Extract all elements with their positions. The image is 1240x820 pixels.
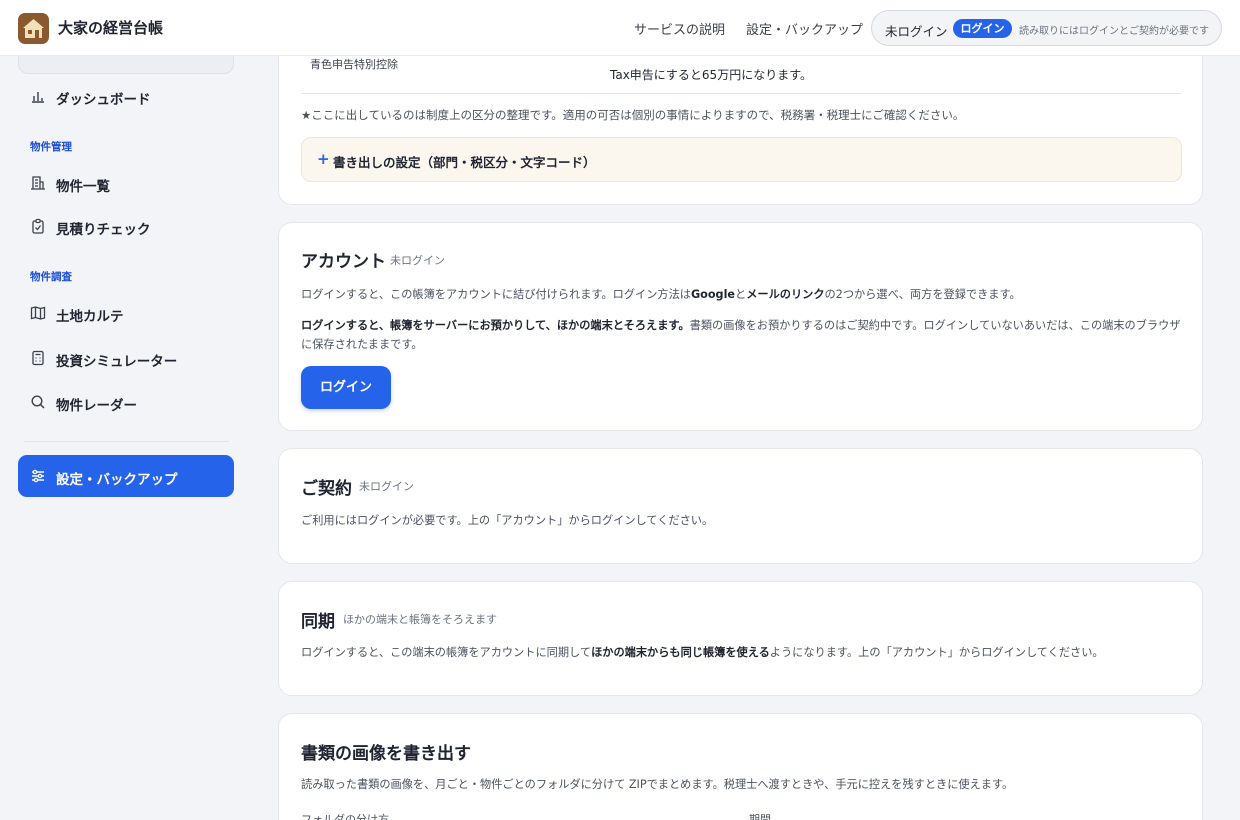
sync-title: 同期 (301, 612, 335, 632)
period-label: 期間 (749, 813, 771, 820)
account-title: アカウント (301, 252, 386, 272)
accordion-label: 書き出しの設定（部門・税区分・文字コード） (333, 155, 596, 170)
building-icon (30, 175, 46, 191)
account-login-button[interactable]: ログイン (301, 366, 391, 409)
bar-chart-icon (30, 88, 46, 104)
auth-note: 読み取りにはログインとご契約が必要です (1019, 26, 1209, 37)
contract-description: ご利用にはログインが必要です。上の「アカウント」からログインしてください。 (301, 514, 714, 527)
clipboard-check-icon (30, 218, 46, 234)
sidebar-item-dashboard[interactable]: ダッシュボード (18, 79, 234, 113)
sidebar-item-label: ダッシュボード (56, 92, 151, 108)
sidebar-divider (24, 441, 229, 442)
calculator-icon (30, 350, 46, 366)
house-logo-icon[interactable] (18, 13, 49, 44)
contract-card: ご契約 未ログイン ご利用にはログインが必要です。上の「アカウント」からログイン… (278, 448, 1203, 564)
sidebar-item-label: 見積りチェック (56, 222, 151, 238)
export-images-card: 書類の画像を書き出す 読み取った書類の画像を、月ごと・物件ごとのフォルダに分けて… (278, 713, 1203, 820)
sync-description: ログインすると、この端末の帳簿をアカウントに同期してほかの端末からも同じ帳簿を使… (301, 646, 1104, 659)
contract-title: ご契約 (301, 479, 352, 499)
auth-status-text: 未ログイン (885, 24, 948, 39)
card-divider (301, 93, 1181, 94)
sidebar-item-investment-simulator[interactable]: 投資シミュレーター (18, 341, 234, 375)
sync-subtitle: ほかの端末と帳簿をそろえます (343, 613, 497, 626)
sidebar-section-research: 物件調査 (30, 271, 72, 283)
account-status: 未ログイン (390, 254, 445, 267)
sidebar-item-settings-backup[interactable]: 設定・バックアップ (18, 455, 234, 497)
nav-settings-backup[interactable]: 設定・バックアップ (746, 19, 863, 38)
sidebar-item-land-karte[interactable]: 土地カルテ (18, 296, 234, 330)
sidebar-item-label: 物件一覧 (56, 179, 110, 195)
nav-service-description[interactable]: サービスの説明 (634, 19, 725, 38)
export-title: 書類の画像を書き出す (301, 744, 471, 764)
folder-split-label: フォルダの分け方 (301, 813, 389, 820)
map-icon (30, 305, 46, 321)
plus-icon: + (317, 150, 330, 168)
auth-status-pill: 未ログイン ログイン 読み取りにはログインとご契約が必要です (871, 10, 1222, 46)
sidebar-item-estimate-check[interactable]: 見積りチェック (18, 209, 234, 243)
blue-return-deduction-label: 青色申告特別控除 (310, 58, 398, 71)
export-description: 読み取った書類の画像を、月ごと・物件ごとのフォルダに分けて ZIPでまとめます。… (301, 778, 1014, 791)
sidebar-item-property-list[interactable]: 物件一覧 (18, 166, 234, 200)
search-icon (30, 394, 46, 410)
tax-deduction-card: 青色申告特別控除 Tax申告にすると65万円になります。 ★ここに出しているのは… (278, 40, 1203, 205)
sidebar-item-label: 投資シミュレーター (56, 354, 178, 370)
blue-return-deduction-value: Tax申告にすると65万円になります。 (610, 68, 812, 82)
sidebar-item-property-radar[interactable]: 物件レーダー (18, 385, 234, 419)
sidebar-item-label: 土地カルテ (56, 309, 124, 325)
top-header: 大家の経営台帳 サービスの説明 設定・バックアップ 未ログイン ログイン 読み取… (0, 0, 1240, 56)
export-settings-accordion[interactable]: + 書き出しの設定（部門・税区分・文字コード） (301, 137, 1182, 182)
app-title[interactable]: 大家の経営台帳 (58, 17, 163, 38)
sync-card: 同期 ほかの端末と帳簿をそろえます ログインすると、この端末の帳簿をアカウントに… (278, 581, 1203, 696)
sidebar-item-label: 設定・バックアップ (56, 472, 178, 488)
account-description: ログインすると、この帳簿をアカウントに結び付けられます。ログイン方法はGoogl… (301, 288, 1021, 301)
sidebar-item-label: 物件レーダー (56, 398, 137, 414)
account-sync-description: ログインすると、帳簿をサーバーにお預かりして、ほかの端末とそろえます。書類の画像… (301, 319, 1181, 351)
contract-status: 未ログイン (359, 480, 414, 493)
account-card: アカウント 未ログイン ログインすると、この帳簿をアカウントに結び付けられます。… (278, 222, 1203, 431)
header-login-button[interactable]: ログイン (953, 19, 1012, 38)
sidebar-section-property: 物件管理 (30, 141, 72, 153)
tax-disclaimer-note: ★ここに出しているのは制度上の区分の整理です。適用の可否は個別の事情によりますの… (301, 108, 965, 122)
sliders-icon (30, 468, 46, 484)
